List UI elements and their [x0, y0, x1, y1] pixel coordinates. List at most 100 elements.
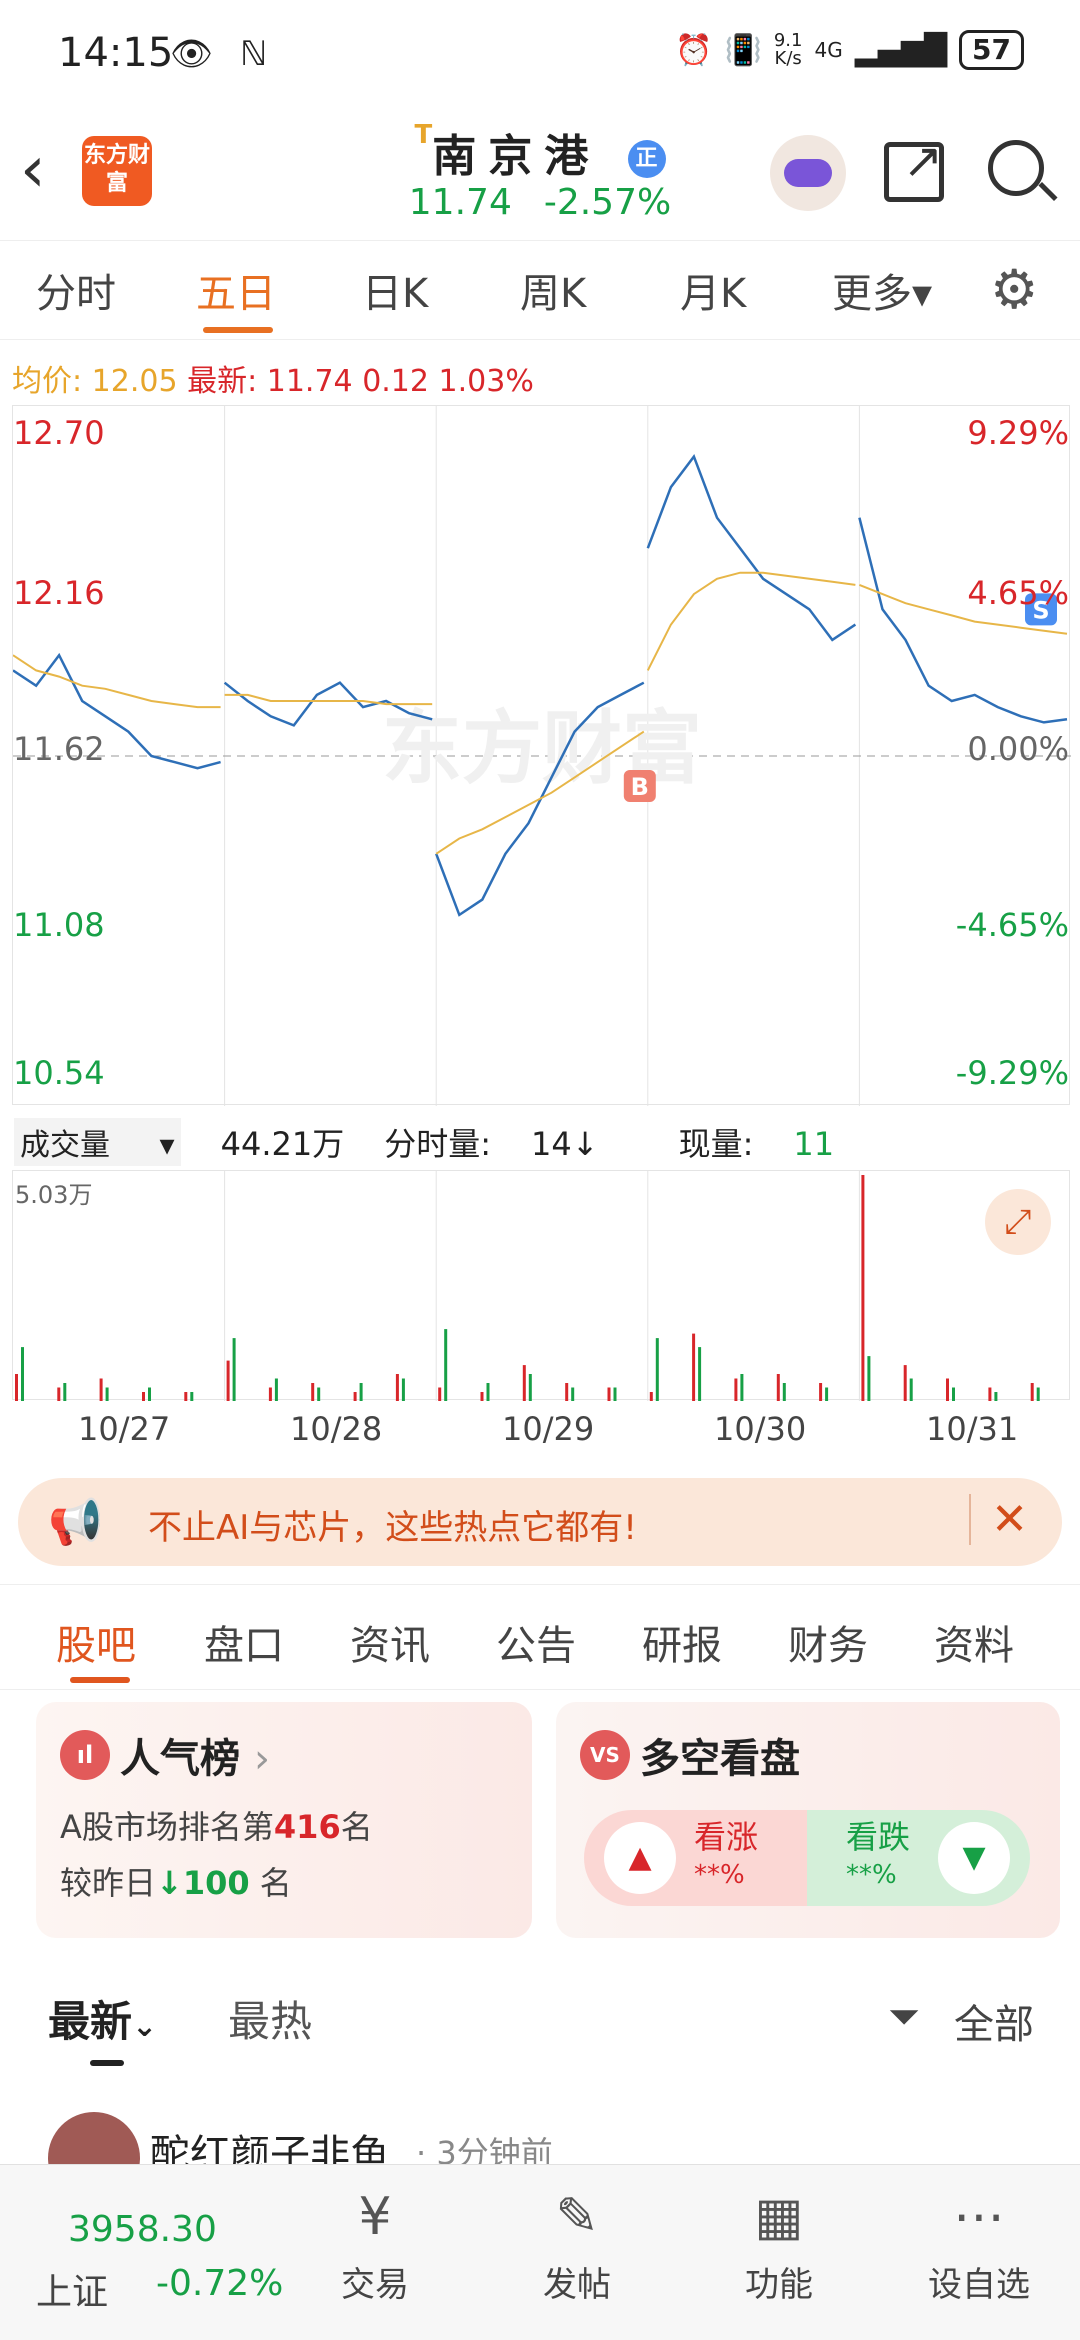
- volume-bar: [782, 1383, 786, 1401]
- volume-bar: [401, 1378, 405, 1401]
- date-tick: 10/29: [502, 1410, 595, 1448]
- volume-bar: [565, 1383, 569, 1401]
- t-mark: T: [414, 120, 433, 150]
- tab-weekly-k[interactable]: 周K: [520, 261, 586, 319]
- tab-monthly-k[interactable]: 月K: [680, 261, 746, 319]
- rank-value: 416: [273, 1808, 341, 1846]
- filter-latest[interactable]: 最新⌄: [48, 1988, 157, 2049]
- tab-five-day[interactable]: 五日: [196, 261, 276, 319]
- share-icon[interactable]: [884, 133, 944, 202]
- nav-trade[interactable]: ¥ 交易: [310, 2185, 440, 2306]
- tab-announcements[interactable]: 公告: [496, 1613, 576, 1671]
- gear-icon[interactable]: ⚙: [990, 263, 1038, 317]
- expand-icon[interactable]: ⤢: [985, 1189, 1051, 1255]
- ai-assistant-robot-icon[interactable]: [770, 135, 846, 211]
- volume-chart[interactable]: 5.03万 ⤢: [12, 1170, 1070, 1401]
- vote-down-button[interactable]: ▼: [938, 1822, 1010, 1894]
- nav-post[interactable]: ✎ 发帖: [512, 2185, 642, 2306]
- volume-bar: [268, 1387, 272, 1401]
- volume-bar: [486, 1383, 490, 1401]
- popularity-title: 人气榜 ›: [120, 1726, 270, 1784]
- compare-prefix: 较昨日: [60, 1864, 157, 1902]
- funnel-icon[interactable]: ⏷: [888, 1994, 920, 2040]
- nav-functions[interactable]: ▦ 功能: [714, 2185, 844, 2306]
- avatar[interactable]: [48, 2112, 140, 2172]
- volume-bar: [1036, 1387, 1040, 1401]
- tab-intraday[interactable]: 分时: [36, 261, 116, 319]
- price-chart-svg: 东方财富BS: [12, 406, 1071, 1106]
- buy-marker-icon[interactable]: B: [623, 770, 656, 802]
- tab-research[interactable]: 研报: [642, 1613, 722, 1671]
- current-volume-value: 11: [793, 1125, 835, 1163]
- vote-up-button[interactable]: ▲: [604, 1822, 676, 1894]
- active-tab-underline: [203, 327, 273, 333]
- date-tick: 10/30: [714, 1410, 807, 1448]
- search-icon[interactable]: [988, 140, 1044, 196]
- volume-bar: [274, 1378, 278, 1401]
- volume-info-row: 成交量 ▾ 44.21万 分时量: 14↓ 现量: 11: [14, 1118, 914, 1166]
- edit-icon: ✎: [555, 2187, 599, 2247]
- current-volume: 现量: 11: [679, 1119, 875, 1165]
- filter-latest-label: 最新: [48, 1997, 133, 2046]
- y-left-tick: 11.08: [13, 906, 105, 944]
- volume-bar: [946, 1378, 949, 1401]
- volume-bar: [776, 1374, 780, 1401]
- period-tabs: 分时 五日 日K 周K 月K 更多▾ ⚙: [0, 240, 1080, 340]
- date-tick: 10/28: [290, 1410, 383, 1448]
- network-type: 4G: [814, 38, 843, 62]
- y-left-tick: 12.16: [13, 574, 105, 612]
- speed-unit: K/s: [774, 48, 802, 69]
- sentiment-card: VS 多空看盘 ▲ 看涨 **% 看跌 **% ▼: [556, 1702, 1060, 1938]
- y-left-tick: 10.54: [13, 1054, 105, 1092]
- volume-bar: [57, 1387, 61, 1401]
- tab-guba[interactable]: 股吧: [56, 1613, 136, 1671]
- avg-value: 12.05: [91, 364, 178, 399]
- svg-text:B: B: [631, 773, 649, 801]
- y-left-tick: 12.70: [13, 414, 105, 452]
- nav-add-watchlist[interactable]: ⋯ 设自选: [914, 2185, 1044, 2306]
- post-preview[interactable]: 酡红颜子非鱼 · 3分钟前: [0, 2112, 1080, 2172]
- volume-bar: [825, 1387, 829, 1401]
- price-chart[interactable]: 东方财富 B S 12.70 12.16 11.62 11.08 10.54 9.2…: [12, 405, 1071, 1106]
- volume-bar: [522, 1365, 526, 1401]
- promo-text: 不止AI与芯片，这些热点它都有!: [148, 1508, 637, 1548]
- volume-indicator-dropdown[interactable]: 成交量 ▾: [14, 1118, 181, 1166]
- tab-daily-k[interactable]: 日K: [362, 261, 428, 319]
- tab-orderbook[interactable]: 盘口: [204, 1613, 284, 1671]
- close-icon[interactable]: ✕: [969, 1494, 1028, 1545]
- volume-bar: [952, 1387, 955, 1401]
- index-name: 上证: [36, 2272, 109, 2313]
- signal-icon: ▂▄▆█: [854, 32, 948, 68]
- status-time: 14:15: [58, 30, 174, 76]
- volume-bar: [105, 1387, 109, 1401]
- volume-bar: [21, 1347, 24, 1401]
- volume-bar: [571, 1387, 575, 1401]
- promo-banner[interactable]: 📢 不止AI与芯片，这些热点它都有! ✕: [18, 1478, 1062, 1566]
- rank-line: A股市场排名第416名: [60, 1802, 373, 1848]
- tab-news[interactable]: 资讯: [350, 1613, 430, 1671]
- vibrate-icon: 📳: [724, 32, 762, 68]
- index-change: -0.72%: [156, 2263, 284, 2304]
- volume-bar: [63, 1383, 67, 1401]
- volume-selector-label: 成交量: [20, 1128, 110, 1163]
- rank-compare-line: 较昨日↓100 名: [60, 1858, 292, 1904]
- tab-more[interactable]: 更多▾: [832, 261, 932, 319]
- y-right-tick: -4.65%: [955, 906, 1069, 944]
- tab-profile[interactable]: 资料: [934, 1613, 1014, 1671]
- popularity-card[interactable]: ıl 人气榜 › A股市场排名第416名 较昨日↓100 名: [36, 1702, 532, 1938]
- volume-bar: [649, 1392, 653, 1401]
- filter-hot[interactable]: 最热: [228, 1988, 312, 2049]
- volume-bar: [903, 1365, 907, 1401]
- filter-all[interactable]: 全部: [954, 1992, 1034, 2050]
- tab-finance[interactable]: 财务: [788, 1613, 868, 1671]
- status-notification-icons: 👁 ℕ: [170, 34, 276, 74]
- date-tick: 10/31: [926, 1410, 1019, 1448]
- bar-chart-icon: ıl: [60, 1730, 110, 1780]
- volume-bar: [819, 1383, 823, 1401]
- volume-bar: [353, 1392, 357, 1401]
- y-right-tick: 0.00%: [967, 730, 1069, 768]
- vote-down-pct: **%: [846, 1860, 897, 1890]
- volume-bar: [867, 1356, 871, 1401]
- grid-icon: ▦: [754, 2187, 804, 2247]
- network-speed: 9.1 K/s: [774, 32, 803, 68]
